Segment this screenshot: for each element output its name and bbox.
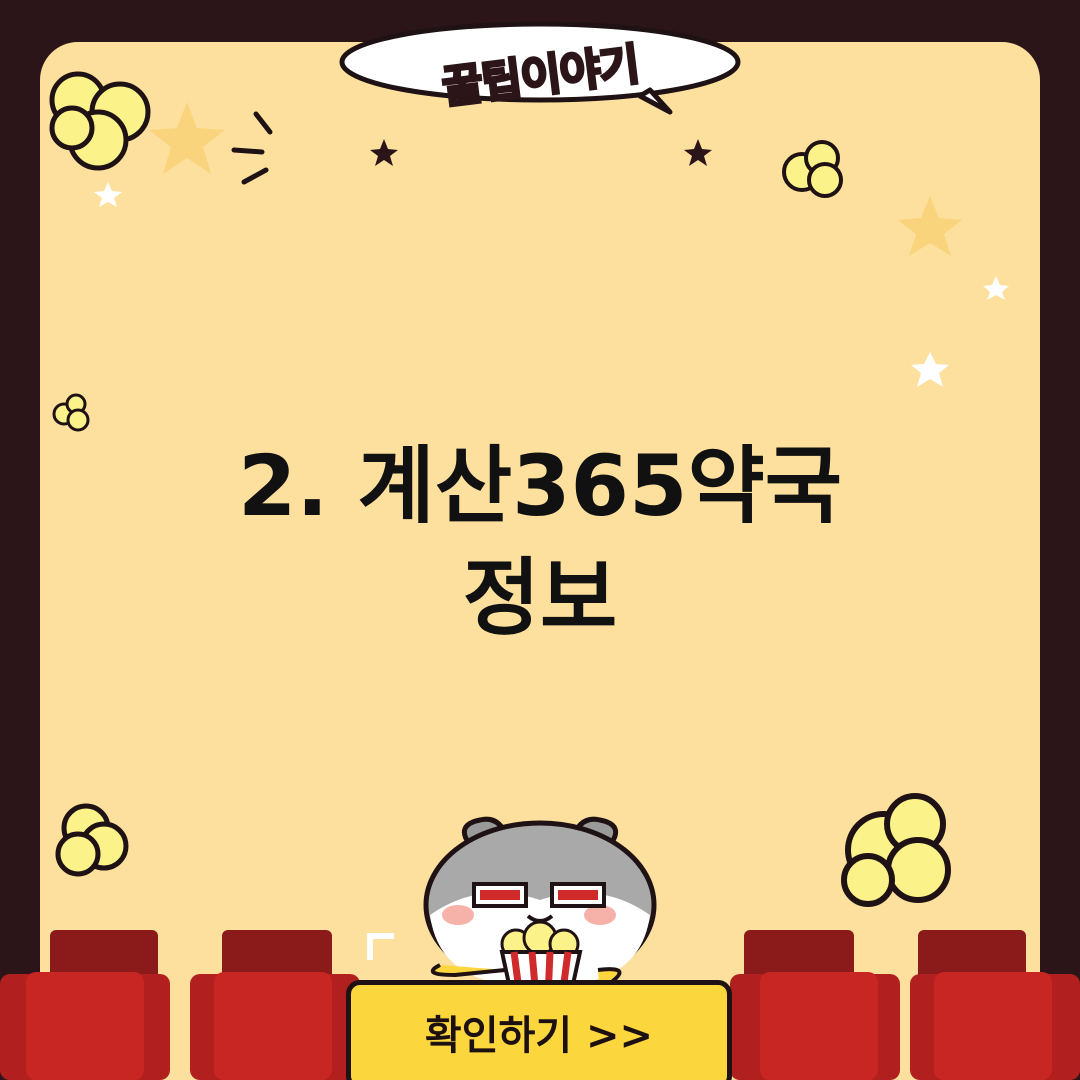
title-line-1: 2. 계산365약국 [237, 437, 843, 535]
popcorn-icon [782, 140, 843, 198]
popcorn-icon [49, 71, 151, 171]
page-title: 2. 계산365약국 정보 [60, 430, 1020, 654]
popcorn-icon [52, 393, 90, 432]
hamster-mascot [423, 816, 657, 1000]
star-icon [94, 182, 1009, 387]
title-line-2: 정보 [462, 549, 618, 647]
confirm-button[interactable]: 확인하기 >> [346, 980, 732, 1080]
popcorn-icon [841, 793, 951, 907]
star-icon [370, 139, 712, 166]
sparkle-lines [231, 111, 273, 185]
thumbnail-canvas: 꿀팁이야기 2. 계산365약국 정보 확인하기 >> [0, 0, 1080, 1080]
confirm-button-label: 확인하기 >> [424, 1013, 654, 1059]
popcorn-icon [55, 803, 129, 877]
